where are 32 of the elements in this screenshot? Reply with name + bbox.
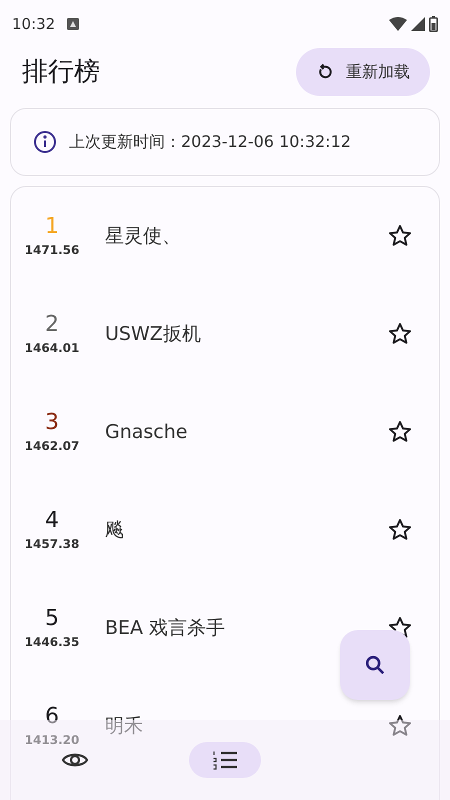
rank-number: 4 bbox=[45, 507, 59, 535]
player-name: 飚 bbox=[105, 518, 125, 543]
player-name: 明禾 bbox=[105, 714, 144, 739]
player-name: USWZ扳机 bbox=[105, 322, 202, 347]
player-name: Gnasche bbox=[105, 420, 188, 445]
nav-item[interactable] bbox=[189, 742, 261, 778]
score-text: 1471.56 bbox=[24, 242, 80, 259]
rank-number: 3 bbox=[45, 409, 59, 437]
player-name: 星灵使、 bbox=[105, 224, 182, 249]
rank-number: 5 bbox=[45, 605, 59, 633]
reload-button[interactable]: 重新加载 bbox=[296, 48, 430, 96]
score-text: 1413.20 bbox=[24, 732, 80, 749]
notification-icon bbox=[67, 18, 80, 30]
page-title: 排行榜 bbox=[22, 56, 100, 88]
rank-number: 1 bbox=[45, 213, 59, 241]
score-text: 1462.07 bbox=[24, 438, 80, 455]
search-fab[interactable] bbox=[340, 630, 410, 700]
last-update-text: 上次更新时间：2023-12-06 10:32:12 bbox=[69, 131, 351, 153]
score-text: 1446.35 bbox=[24, 634, 80, 651]
rank-number: 2 bbox=[45, 311, 59, 339]
rank-number: 6 bbox=[45, 703, 59, 731]
refresh-icon bbox=[316, 63, 334, 81]
score-text: 1457.38 bbox=[24, 536, 80, 553]
player-name: BEA 戏言杀手 bbox=[105, 616, 226, 641]
score-text: 1464.01 bbox=[24, 340, 80, 357]
battery-icon bbox=[429, 16, 438, 32]
wifi-icon bbox=[389, 17, 407, 31]
signal-icon bbox=[411, 17, 425, 31]
numbered-list-icon bbox=[212, 749, 238, 771]
info-icon bbox=[33, 130, 57, 154]
search-icon bbox=[364, 654, 386, 676]
status-time: 10:32 bbox=[12, 14, 56, 35]
